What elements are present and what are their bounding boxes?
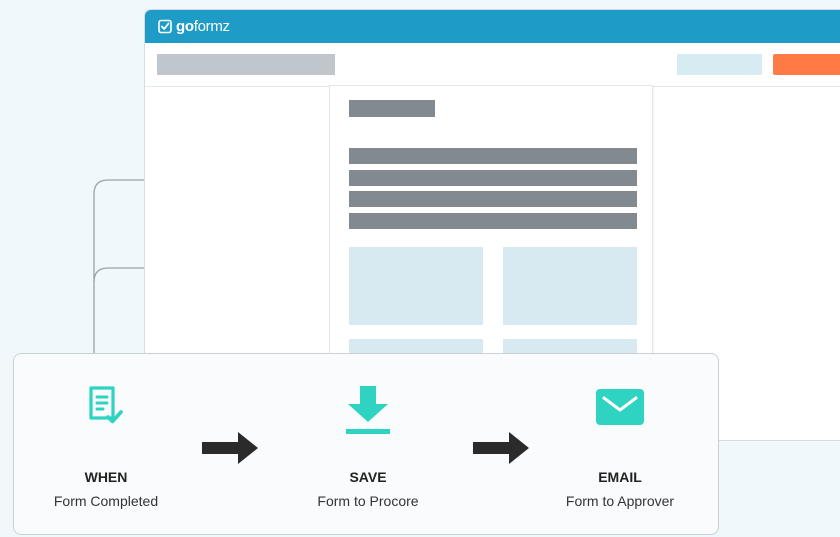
brand-name-regular: formz — [193, 17, 230, 35]
step-subtitle: Form to Approver — [565, 493, 675, 509]
form-checklist-icon — [88, 386, 124, 437]
search-bar[interactable] — [157, 54, 335, 75]
brand-logo[interactable]: goformz — [158, 18, 230, 36]
workflow-card: WHEN Form Completed SAVE Form to Procore — [13, 353, 719, 535]
step-title: WHEN — [84, 469, 128, 485]
download-icon — [344, 384, 392, 441]
brand-name-bold: go — [176, 17, 194, 35]
text-line-placeholder — [349, 148, 637, 164]
text-line-placeholder — [349, 213, 637, 229]
checkbox-logo-icon — [158, 19, 172, 34]
text-line-placeholder — [349, 191, 637, 207]
field-placeholder — [503, 247, 637, 325]
titlebar: goformz — [145, 10, 840, 43]
right-arrow-icon — [473, 430, 531, 471]
field-placeholder — [349, 247, 483, 325]
step-subtitle: Form Completed — [53, 493, 159, 509]
right-arrow-icon — [202, 430, 260, 471]
step-subtitle: Form to Procore — [317, 493, 419, 509]
toolbar — [145, 43, 840, 87]
form-title-placeholder — [349, 100, 435, 117]
connector-lines — [93, 179, 145, 355]
secondary-button[interactable] — [677, 54, 762, 75]
text-line-placeholder — [349, 170, 637, 186]
step-title: SAVE — [349, 469, 387, 485]
step-title: EMAIL — [598, 469, 642, 485]
envelope-icon — [596, 389, 644, 430]
primary-button[interactable] — [773, 54, 840, 75]
